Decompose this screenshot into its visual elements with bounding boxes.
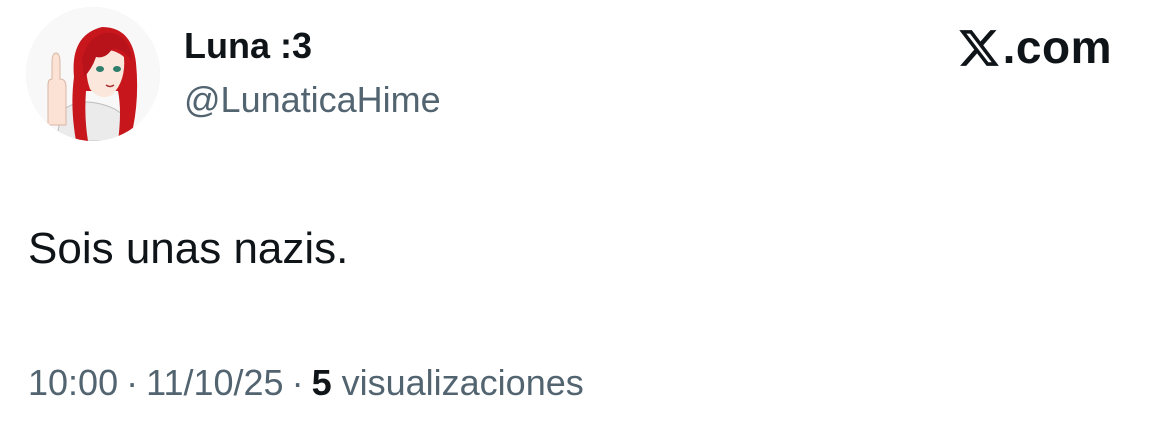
views-count: 5 [311, 362, 332, 403]
avatar[interactable] [26, 7, 160, 141]
brand-watermark: .com [957, 20, 1112, 74]
tweet-time[interactable]: 10:00 [28, 362, 118, 403]
tweet-meta: 10:00 · 11/10/25 · 5 visualizaciones [28, 360, 584, 406]
author-handle[interactable]: @LunaticaHime [184, 78, 441, 122]
meta-separator: · [291, 362, 304, 403]
x-logo-icon [958, 30, 999, 66]
tweet-text: Sois unas nazis. [28, 224, 349, 273]
anime-avatar-icon [26, 7, 160, 141]
author-display-name[interactable]: Luna :3 [184, 24, 312, 68]
brand-label: .com [1002, 21, 1112, 73]
tweet-date[interactable]: 11/10/25 [146, 362, 283, 403]
meta-separator: · [126, 362, 139, 403]
views-label: visualizaciones [341, 362, 584, 403]
tweet-card: Luna :3 @LunaticaHime .com Sois unas naz… [0, 0, 1170, 426]
